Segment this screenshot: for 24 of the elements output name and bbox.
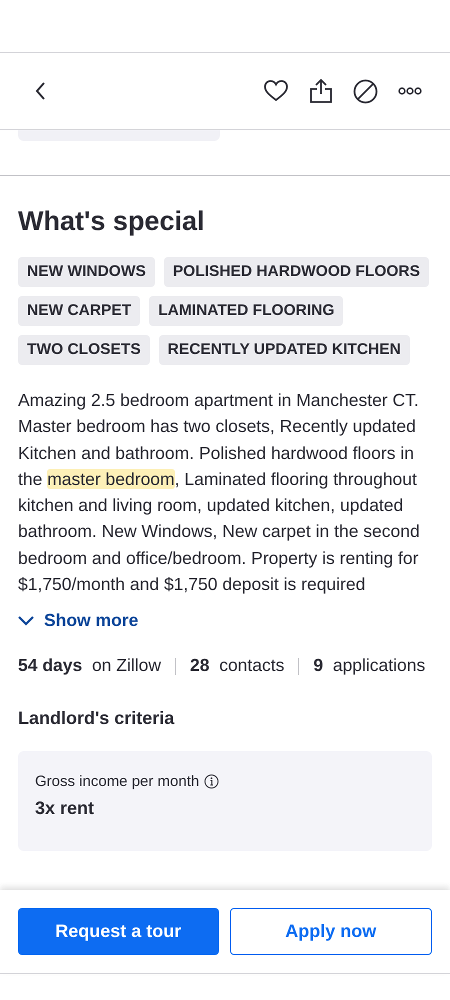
heart-icon[interactable] — [263, 79, 289, 103]
show-more-link[interactable]: Show more — [18, 607, 138, 634]
share-icon[interactable] — [309, 78, 333, 104]
description-text: Amazing 2.5 bedroom apartment in Manchester CT. Master bedroom has two closets, Recently updated Kitchen and bathroom. Polished hardwood floors in the master bedroom, Laminated flooring throughout kitchen and living room, updated kitchen, updated bathroom. New Windows, New carpet in the second bedroom and office/bedroom. Property is renting for $1,750/month and $1,750 deposit is required — [18, 389, 421, 596]
feature-tag: TWO CLOSETS — [18, 335, 150, 365]
feature-tag: NEW CARPET — [18, 296, 140, 326]
feature-tag: RECENTLY UPDATED KITCHEN — [158, 335, 410, 365]
section-heading: What's special — [18, 205, 206, 238]
feature-tag: POLISHED HARDWOOD FLOORS — [164, 257, 429, 287]
stat-text: 28 contacts — [190, 654, 284, 675]
chevron-down-icon — [18, 616, 34, 626]
stat-text: 9 applications — [313, 654, 426, 675]
section-heading: Landlord's criteria — [18, 706, 176, 730]
criteria-value: 3x rent — [35, 797, 96, 820]
feature-tag: NEW WINDOWS — [18, 257, 155, 287]
back-icon — [34, 81, 46, 101]
request-tour-button[interactable]: Request a tour — [18, 908, 218, 955]
stat-text: 54 days on Zillow — [18, 654, 161, 675]
info-icon[interactable] — [204, 774, 220, 790]
apply-button[interactable]: Apply now — [230, 908, 432, 955]
criteria-label: Gross income per month — [35, 772, 200, 792]
more-icon[interactable] — [398, 87, 422, 95]
feature-tag: LAMINATED FLOORING — [149, 296, 344, 326]
block-icon[interactable] — [353, 78, 378, 104]
